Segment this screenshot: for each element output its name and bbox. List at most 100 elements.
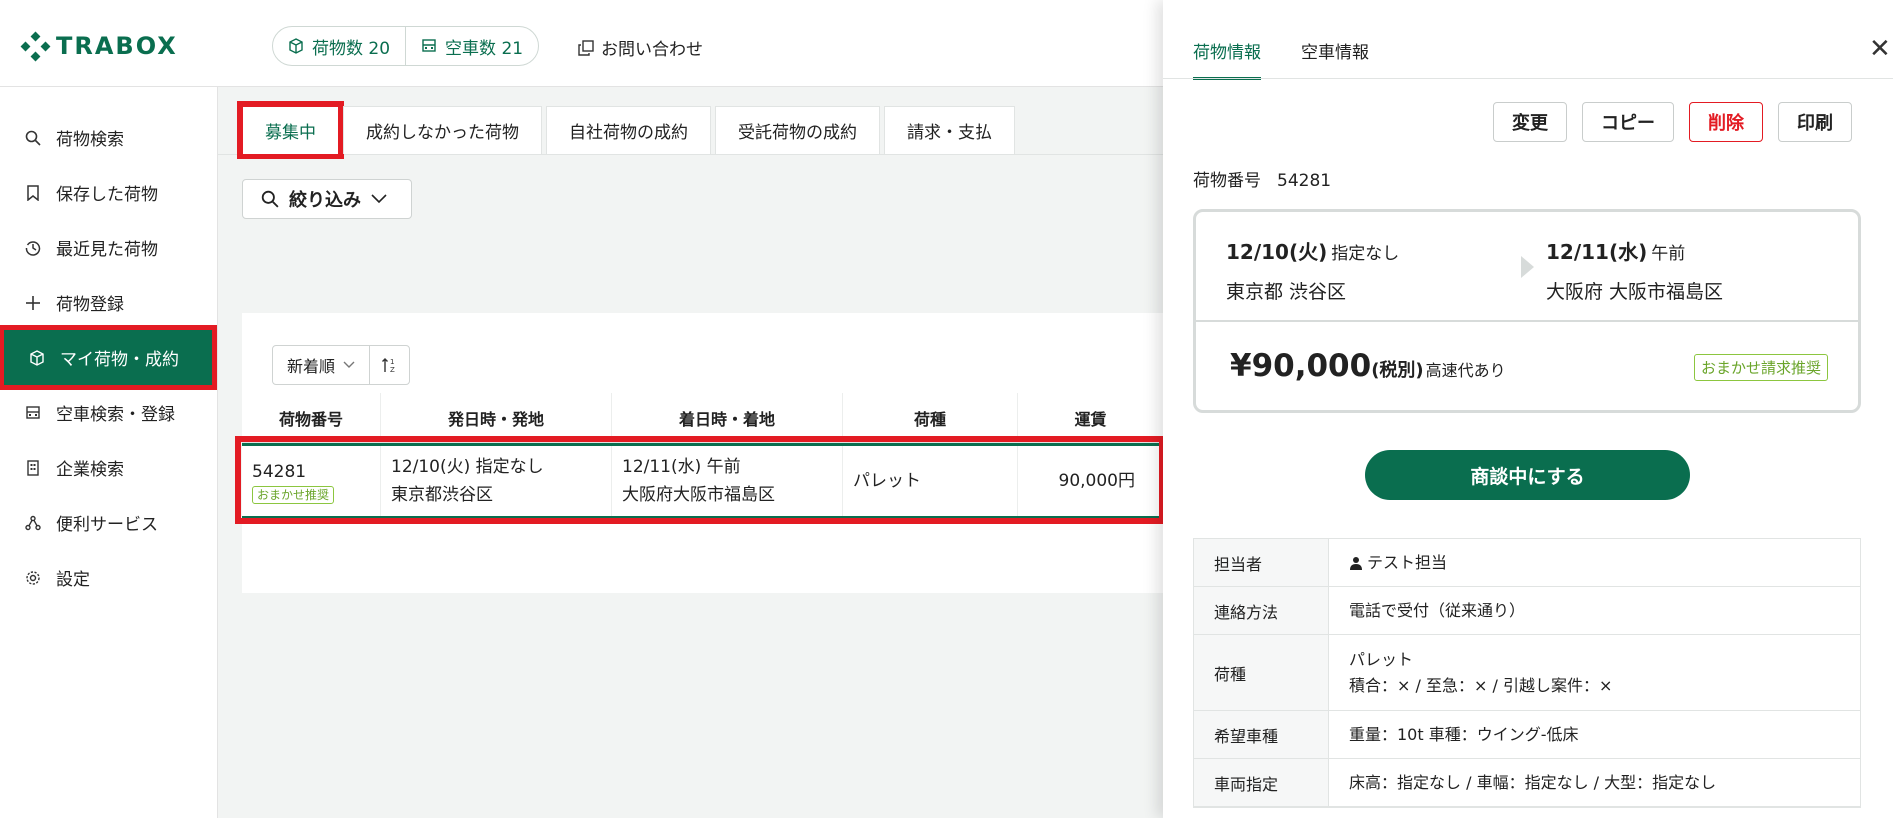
column-header[interactable]: 荷種	[843, 393, 1018, 442]
detail-row: 荷種 パレット 積合：× / 至急：× / 引越し案件：×	[1194, 635, 1860, 711]
app-header: TRABOX 荷物数 20 空車数 21 お問い合わせ	[0, 0, 1163, 87]
contact-person: テスト担当	[1367, 552, 1448, 572]
truck-icon	[24, 404, 42, 422]
sidebar-item-saved-cargo[interactable]: 保存した荷物	[0, 165, 218, 220]
tab-consigned-contracts[interactable]: 受託荷物の成約	[715, 106, 880, 154]
depart-date: 12/10(火)	[1226, 240, 1328, 264]
tab-recruiting[interactable]: 募集中	[237, 101, 344, 159]
count-pill: 荷物数 20 空車数 21	[272, 26, 540, 66]
svg-text:Z: Z	[390, 366, 395, 374]
tab-own-contracts[interactable]: 自社荷物の成約	[546, 106, 711, 154]
gear-icon	[24, 569, 42, 587]
detail-value: パレット 積合：× / 至急：× / 引越し案件：×	[1329, 635, 1860, 710]
filter-button[interactable]: 絞り込み	[242, 179, 412, 219]
billing-recommend-badge: おまかせ請求推奨	[1693, 354, 1828, 381]
fare-note: 高速代あり	[1425, 361, 1506, 380]
column-header[interactable]: 発日時・発地	[381, 393, 612, 442]
cargo-count[interactable]: 荷物数 20	[273, 27, 405, 65]
delete-button[interactable]: 削除	[1689, 102, 1763, 142]
cargo-table: 荷物番号 発日時・発地 着日時・着地 荷種 運賃 54281 おまかせ推奨 12…	[235, 393, 1165, 524]
detail-label: 車両指定	[1194, 759, 1329, 806]
arrive-time: 午前	[1651, 244, 1686, 264]
sidebar-item-label: 荷物登録	[56, 295, 124, 315]
detail-label: 担当者	[1194, 539, 1329, 586]
sidebar-item-label: 便利サービス	[56, 515, 158, 535]
sidebar-item-cargo-search[interactable]: 荷物検索	[0, 110, 218, 165]
arrive-place: 大阪府 大阪市福島区	[1546, 281, 1724, 303]
chevron-down-icon	[371, 194, 387, 204]
column-header[interactable]: 着日時・着地	[612, 393, 843, 442]
edit-button[interactable]: 変更	[1493, 102, 1567, 142]
detail-value: 電話で受付（従来通り）	[1329, 587, 1860, 634]
fare-amount: ¥90,000	[1230, 348, 1372, 384]
detail-value: 重量：10t 車種：ウイング-低床	[1329, 711, 1860, 758]
truck-count-label: 空車数 21	[445, 38, 524, 59]
cargo-number-line: 荷物番号 54281	[1193, 166, 1331, 191]
sort-select[interactable]: 新着順	[273, 346, 369, 384]
depart-time: 指定なし	[1331, 244, 1400, 264]
sidebar-item-truck-search[interactable]: 空車検索・登録	[0, 385, 218, 440]
depart-leg: 12/10(火) 指定なし 東京都 渋谷区	[1226, 236, 1399, 304]
cargo-count-label: 荷物数 20	[312, 38, 391, 59]
cargo-number: 54281	[252, 462, 307, 482]
recommend-badge: おまかせ推奨	[252, 486, 335, 504]
sidebar: 荷物検索 保存した荷物 最近見た荷物 荷物登録 マイ荷物・成約 空車検索・登録 …	[0, 87, 218, 818]
copy-button[interactable]: コピー	[1582, 102, 1674, 142]
fare-line: ¥90,000 (税別) 高速代あり	[1230, 348, 1506, 384]
tab-cargo-info[interactable]: 荷物情報	[1193, 38, 1261, 80]
cargo-type: パレット	[853, 471, 921, 491]
column-header[interactable]: 荷物番号	[242, 393, 381, 442]
vehicle-type: 重量：10t 車種：ウイング-低床	[1349, 724, 1579, 744]
sidebar-item-my-cargo[interactable]: マイ荷物・成約	[0, 325, 217, 390]
arrive-date: 12/11(水)	[1546, 240, 1648, 264]
sort-order-icon: 1Z	[381, 358, 395, 374]
print-button[interactable]: 印刷	[1778, 102, 1852, 142]
contact-link[interactable]: お問い合わせ	[578, 35, 703, 60]
drawer-actions: 変更 コピー 削除 印刷	[1493, 102, 1852, 142]
negotiate-button[interactable]: 商談中にする	[1365, 450, 1690, 500]
cell-arrive: 12/11(水) 午前 大阪府大阪市福島区	[612, 446, 843, 516]
svg-text:1: 1	[390, 358, 394, 366]
depart-place: 東京都渋谷区	[391, 485, 493, 505]
cargo-number-label: 荷物番号	[1193, 171, 1261, 191]
route-section: 12/10(火) 指定なし 東京都 渋谷区 12/11(水) 午前 大阪府 大阪市福…	[1196, 212, 1858, 322]
table-header: 荷物番号 発日時・発地 着日時・着地 荷種 運賃	[242, 393, 1163, 443]
sidebar-item-label: 企業検索	[56, 460, 124, 480]
cell-cargo-type: パレット	[843, 446, 1018, 516]
detail-label: 連絡方法	[1194, 587, 1329, 634]
cell-number: 54281 おまかせ推奨	[242, 446, 381, 516]
close-icon[interactable]: ✕	[1869, 36, 1891, 62]
sidebar-item-label: 最近見た荷物	[56, 240, 158, 260]
person-line: テスト担当	[1349, 550, 1860, 576]
tab-not-contracted[interactable]: 成約しなかった荷物	[343, 106, 542, 154]
bookmark-icon	[24, 184, 42, 202]
sidebar-item-label: マイ荷物・成約	[60, 350, 179, 370]
box-icon	[28, 349, 46, 367]
sidebar-item-label: 設定	[56, 570, 90, 590]
truck-icon	[422, 39, 436, 52]
sidebar-item-settings[interactable]: 設定	[0, 550, 218, 605]
cargo-list-panel: 新着順 1Z 荷物番号 発日時・発地 着日時・着地 荷種 運賃 54281 おま…	[235, 313, 1165, 593]
sidebar-item-services[interactable]: 便利サービス	[0, 495, 218, 550]
contact-label: お問い合わせ	[601, 40, 703, 60]
building-icon	[24, 459, 42, 477]
trabox-logo[interactable]: TRABOX	[20, 31, 178, 62]
fare: 90,000円	[1058, 471, 1135, 491]
truck-count[interactable]: 空車数 21	[406, 27, 538, 65]
sidebar-item-company-search[interactable]: 企業検索	[0, 440, 218, 495]
column-header[interactable]: 運賃	[1018, 393, 1163, 442]
route-arrow-icon	[1521, 256, 1534, 278]
detail-table: 担当者 テスト担当 連絡方法 電話で受付（従来通り） 荷種 パレット 積合：× …	[1193, 538, 1861, 808]
network-icon	[24, 514, 42, 532]
cargo-type: パレット	[1349, 649, 1414, 669]
table-row[interactable]: 54281 おまかせ推奨 12/10(火) 指定なし 東京都渋谷区 12/11(…	[235, 436, 1165, 524]
tab-truck-info[interactable]: 空車情報	[1301, 38, 1369, 80]
search-icon	[24, 129, 42, 147]
tab-billing[interactable]: 請求・支払	[884, 106, 1015, 154]
sort-order-button[interactable]: 1Z	[369, 346, 409, 384]
sidebar-item-recent-cargo[interactable]: 最近見た荷物	[0, 220, 218, 275]
detail-label: 希望車種	[1194, 711, 1329, 758]
history-icon	[24, 239, 42, 257]
sidebar-item-cargo-register[interactable]: 荷物登録	[0, 275, 218, 330]
box-icon	[289, 38, 303, 54]
